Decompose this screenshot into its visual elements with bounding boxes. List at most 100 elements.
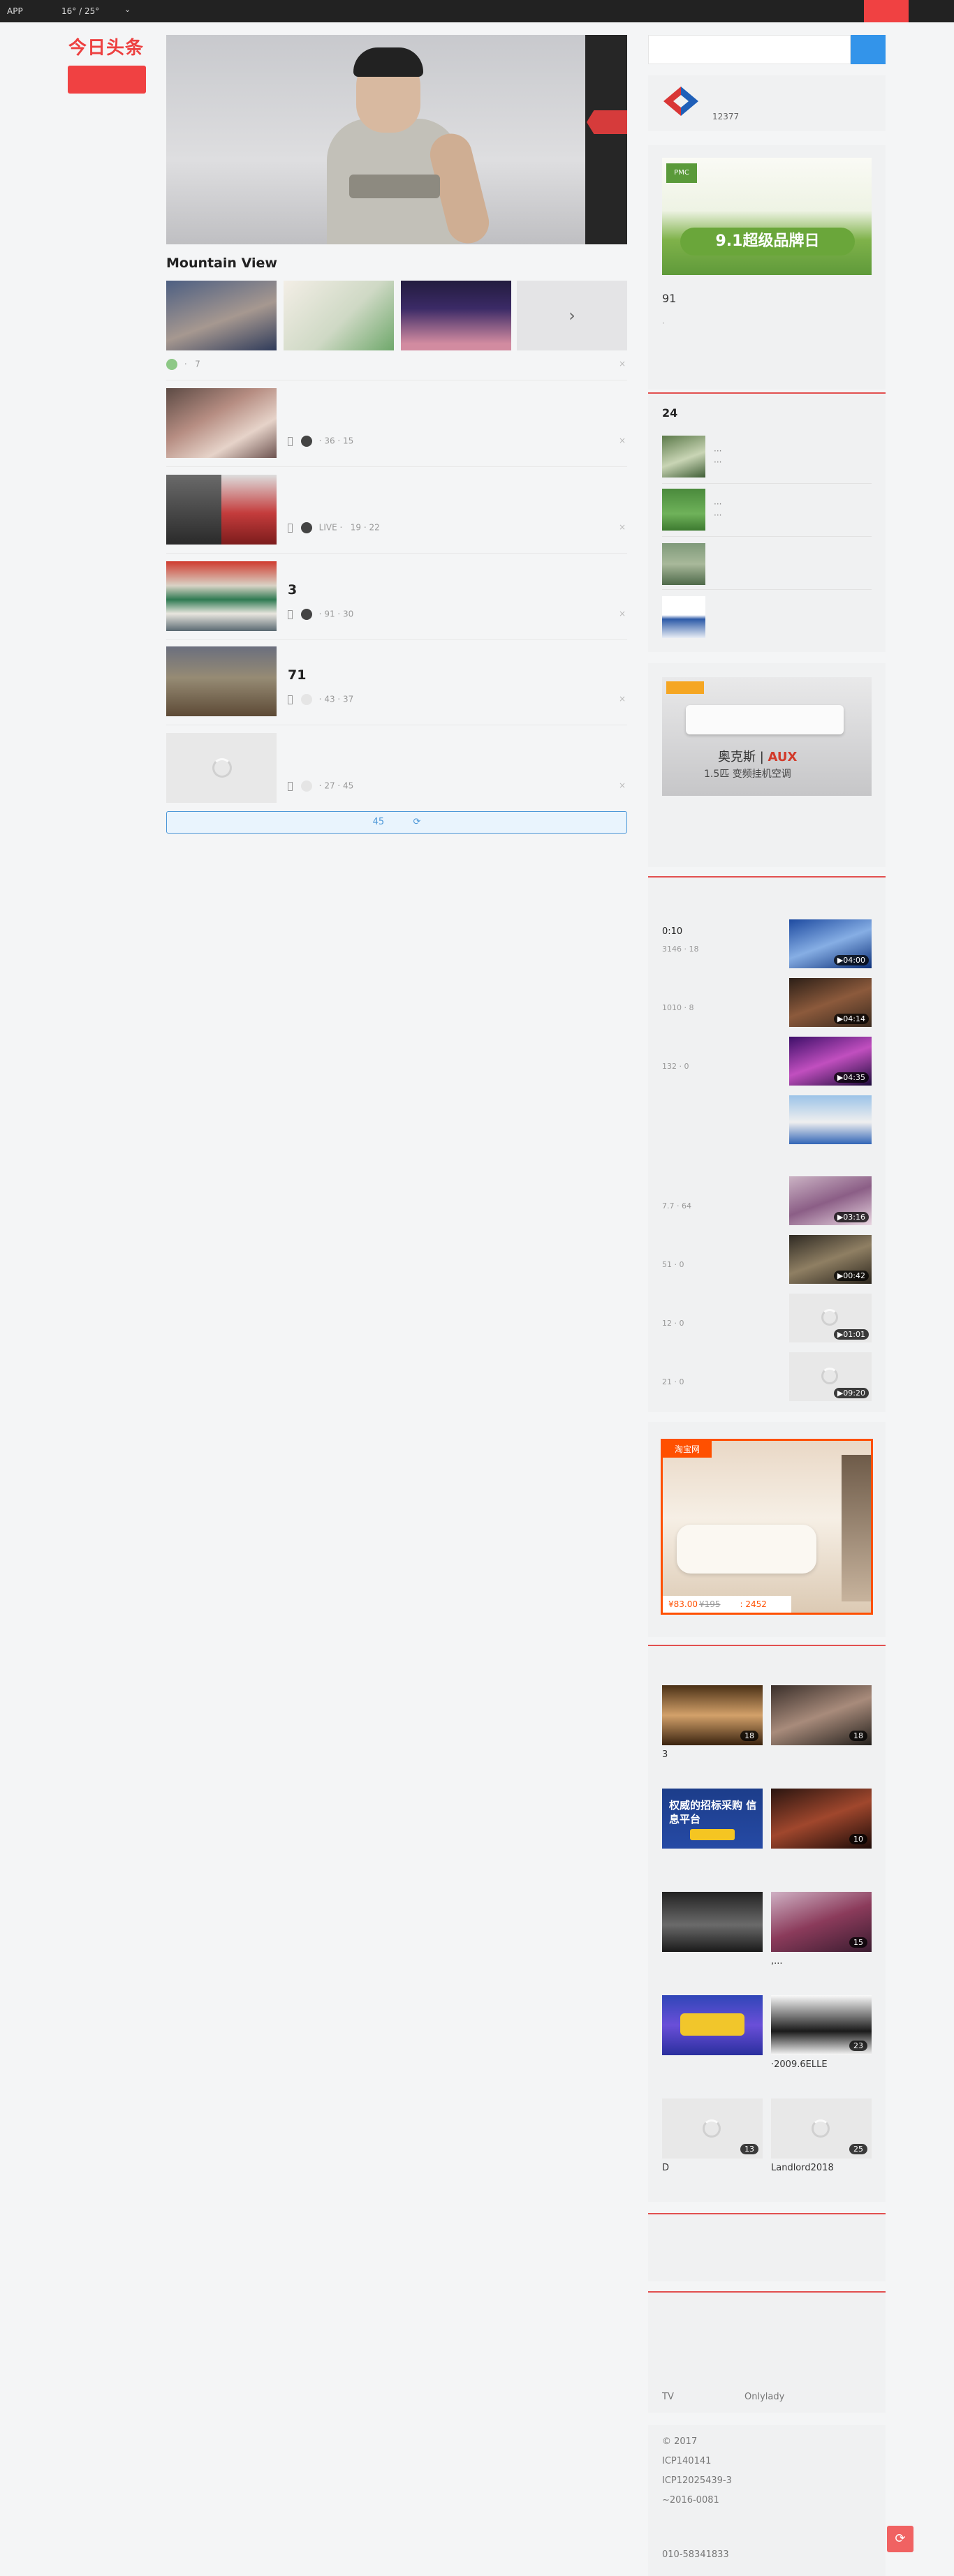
gallery-caption[interactable]: ,... <box>771 1956 783 1967</box>
gallery-item[interactable] <box>662 1995 763 2055</box>
gallery-item[interactable]: 13 D <box>662 2098 763 2173</box>
close-icon[interactable]: × <box>619 694 626 704</box>
source-avatar[interactable] <box>300 780 312 792</box>
gallery-item[interactable]: 15 ,... <box>771 1892 872 1967</box>
video-item[interactable]: 21 · 0 ▶09:20 <box>662 1352 872 1401</box>
ad-image[interactable]: PMC 9.1超级品牌日 <box>662 158 872 275</box>
feed-thumbnail[interactable] <box>166 475 277 545</box>
source-avatar[interactable] <box>300 609 312 620</box>
gallery-image[interactable] <box>662 1995 763 2055</box>
thumbnail-more[interactable]: › <box>517 281 627 350</box>
thumbnail-item[interactable] <box>284 281 394 350</box>
video-thumbnail[interactable]: ▶04:00 <box>789 919 872 968</box>
feed-title[interactable]: 3 <box>288 582 297 598</box>
video-thumbnail[interactable]: ▶03:16 <box>789 1176 872 1225</box>
photo-count-badge: 13 <box>740 2144 758 2154</box>
video-title[interactable]: 0:10 <box>662 926 682 937</box>
app-logo-icon[interactable] <box>662 85 700 117</box>
feed-thumbnail[interactable] <box>166 733 277 803</box>
business-license[interactable]: ~2016-0081 <box>662 2495 719 2505</box>
video-item[interactable]: 7.7 · 64 ▶03:16 <box>662 1176 872 1225</box>
thumbnail-item[interactable] <box>166 281 277 350</box>
hot-news-item[interactable] <box>662 543 872 588</box>
video-thumbnail[interactable]: ▶04:35 <box>789 1037 872 1086</box>
video-item[interactable]: 12 · 0 ▶01:01 <box>662 1294 872 1342</box>
thumbnail-item[interactable] <box>401 281 511 350</box>
link-onlylady[interactable]: Onlylady <box>744 2392 784 2402</box>
close-icon[interactable]: × <box>619 522 626 532</box>
feed-item[interactable]: 3 · 91 · 30 × <box>166 561 627 631</box>
feed-item[interactable]: 71 · 43 · 37 × <box>166 646 627 716</box>
source-avatar[interactable] <box>300 522 312 533</box>
feed-thumbnail[interactable] <box>166 388 277 458</box>
hero-indicator-arrow[interactable] <box>587 110 627 134</box>
gallery-item[interactable]: 权威的招标采购 信息平台 <box>662 1789 763 1849</box>
video-item[interactable]: 132 · 0 ▶04:35 <box>662 1037 872 1086</box>
gallery-caption[interactable]: 3 <box>662 1749 668 1760</box>
video-thumbnail[interactable]: ▶01:01 <box>789 1294 872 1342</box>
chevron-right-icon[interactable]: › <box>517 281 627 350</box>
link-tv[interactable]: TV <box>662 2392 674 2402</box>
video-item[interactable]: 51 · 0 ▶00:42 <box>662 1235 872 1284</box>
hot-news-thumbnail[interactable] <box>662 436 705 478</box>
app-link[interactable]: APP <box>7 6 23 16</box>
gallery-caption[interactable]: ·2009.6ELLE <box>771 2059 828 2070</box>
video-thumbnail[interactable]: ▶09:20 <box>789 1352 872 1401</box>
refresh-icon[interactable]: ⟳ <box>413 817 420 827</box>
video-thumbnail[interactable]: ▶04:14 <box>789 978 872 1027</box>
chevron-down-icon[interactable]: ⌄ <box>124 5 131 14</box>
video-thumbnail[interactable]: ▶00:42 <box>789 1235 872 1284</box>
source-avatar[interactable] <box>300 436 312 447</box>
gallery-item[interactable]: 18 <box>771 1685 872 1745</box>
gallery-image[interactable]: 权威的招标采购 信息平台 <box>662 1789 763 1849</box>
video-thumbnail[interactable] <box>789 1095 872 1144</box>
video-item[interactable]: 0:10 3146 · 18 ▶04:00 <box>662 919 872 968</box>
feed-item[interactable]: · 36 · 15 × <box>166 388 627 458</box>
login-button[interactable] <box>864 0 909 22</box>
icp-license[interactable]: ICP12025439-3 <box>662 2475 732 2486</box>
gallery-item[interactable]: 25 Landlord2018 <box>771 2098 872 2173</box>
hot-news-thumbnail[interactable] <box>662 596 705 638</box>
feed-thumbnail[interactable] <box>166 561 277 631</box>
hot-news-item[interactable] <box>662 596 872 641</box>
ad-image[interactable]: 奥克斯 | AUX 1.5匹 变频挂机空调 <box>662 677 872 796</box>
feed-item[interactable]: · 27 · 45 × <box>166 733 627 803</box>
hot-news-item[interactable]: ··· ··· <box>662 436 872 480</box>
load-more-bar[interactable]: 45 ⟳ <box>166 811 627 834</box>
hot-news-thumbnail[interactable] <box>662 543 705 585</box>
search-input[interactable] <box>648 35 851 64</box>
hot-news-thumbnail[interactable] <box>662 489 705 531</box>
nav-active-item[interactable] <box>68 66 146 94</box>
ad-title[interactable]: 91 <box>662 292 676 305</box>
live-label: LIVE · <box>318 522 343 533</box>
close-icon[interactable]: × <box>619 436 626 445</box>
hero-image[interactable] <box>166 35 585 244</box>
icp-license[interactable]: ICP140141 <box>662 2456 711 2466</box>
weather-temperature[interactable]: 16° / 25° <box>61 6 99 16</box>
refresh-button[interactable]: ⟳ <box>887 2526 913 2552</box>
gallery-caption[interactable]: Landlord2018 <box>771 2163 834 2173</box>
feed-thumbnail[interactable] <box>166 646 277 716</box>
close-icon[interactable]: × <box>619 359 626 369</box>
source-avatar[interactable] <box>166 359 177 370</box>
taobao-ad[interactable]: 淘宝网 ¥83.00 ¥195: 2452 <box>661 1439 873 1615</box>
video-item[interactable] <box>662 1095 872 1144</box>
site-logo[interactable]: 今日头条 <box>68 34 144 59</box>
search-button[interactable] <box>851 35 886 64</box>
app-download-box[interactable]: 12377 <box>648 75 886 131</box>
hot-news-item[interactable]: ··· ··· <box>662 489 872 533</box>
gallery-image[interactable] <box>662 1892 763 1952</box>
gallery-item[interactable]: 18 3 <box>662 1685 763 1760</box>
section-title[interactable]: Mountain View <box>166 256 277 271</box>
close-icon[interactable]: × <box>619 780 626 790</box>
feed-title[interactable]: 71 <box>288 667 306 683</box>
gallery-item[interactable]: 10 <box>771 1789 872 1849</box>
feed-item[interactable]: LIVE · 19 · 22 × <box>166 475 627 545</box>
hero-carousel[interactable] <box>166 35 627 244</box>
gallery-item[interactable]: 23 ·2009.6ELLE <box>771 1995 872 2070</box>
source-avatar[interactable] <box>300 694 312 705</box>
video-item[interactable]: 1010 · 8 ▶04:14 <box>662 978 872 1027</box>
close-icon[interactable]: × <box>619 609 626 619</box>
gallery-caption[interactable]: D <box>662 2163 669 2173</box>
gallery-item[interactable] <box>662 1892 763 1952</box>
